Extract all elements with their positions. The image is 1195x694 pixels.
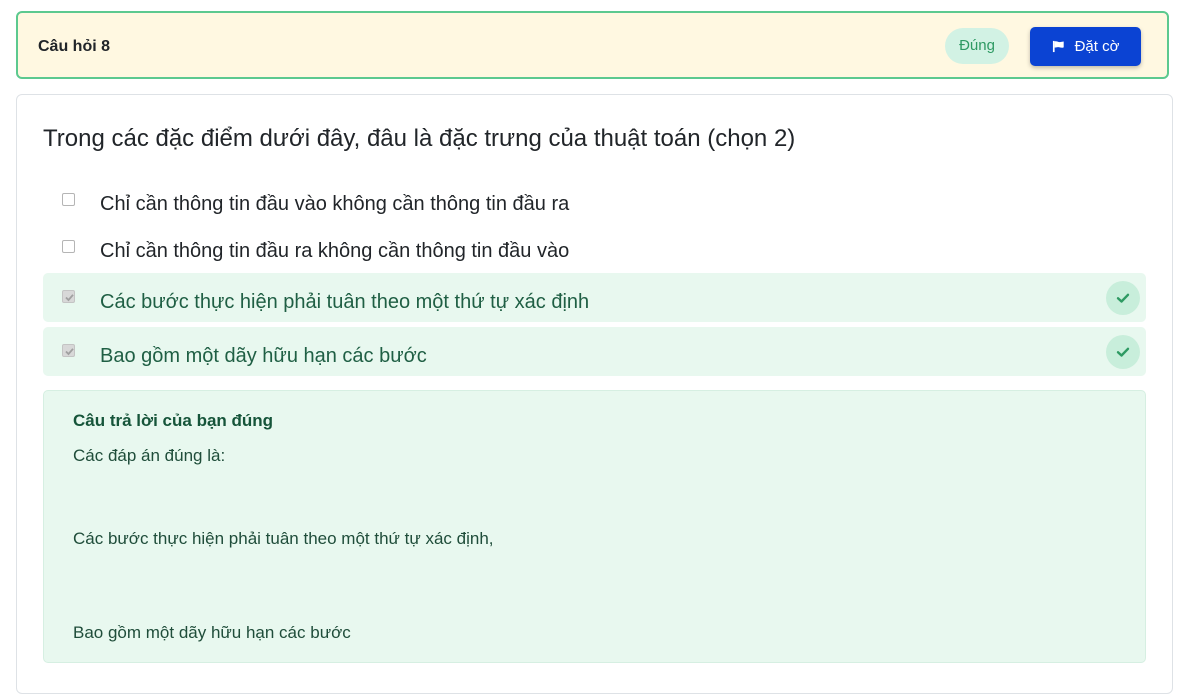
flag-button-label: Đặt cờ: [1074, 38, 1120, 55]
option-label: Các bước thực hiện phải tuân theo một th…: [100, 291, 590, 313]
question-header: Câu hỏi 8 Đúng Đặt cờ: [16, 11, 1169, 79]
feedback-title: Câu trả lời của bạn đúng: [73, 411, 274, 430]
feedback-answer: Các bước thực hiện phải tuân theo một th…: [73, 529, 494, 548]
option-label: Bao gồm một dãy hữu hạn các bước: [100, 345, 427, 367]
feedback-intro: Các đáp án đúng là:: [73, 446, 226, 465]
option-label: Chỉ cần thông tin đầu vào không cần thôn…: [100, 193, 570, 215]
option-checkbox-checked[interactable]: [62, 290, 75, 303]
feedback-answer: Bao gồm một dãy hữu hạn các bước: [73, 623, 351, 642]
question-text: Trong các đặc điểm dưới đây, đâu là đặc …: [43, 125, 796, 152]
status-badge: Đúng: [945, 28, 1009, 64]
flag-question-button[interactable]: Đặt cờ: [1030, 27, 1141, 66]
check-icon: [1106, 335, 1140, 369]
option-label: Chỉ cần thông tin đầu ra không cần thông…: [100, 240, 570, 262]
option-checkbox[interactable]: [62, 193, 75, 206]
check-icon: [1106, 281, 1140, 315]
option-checkbox[interactable]: [62, 240, 75, 253]
answer-option-correct[interactable]: Bao gồm một dãy hữu hạn các bước: [43, 327, 1146, 376]
flag-icon: [1052, 40, 1065, 53]
question-body: Trong các đặc điểm dưới đây, đâu là đặc …: [16, 94, 1173, 694]
question-number: Câu hỏi 8: [38, 38, 111, 55]
feedback-panel: Câu trả lời của bạn đúng Các đáp án đúng…: [43, 390, 1146, 663]
option-checkbox-checked[interactable]: [62, 344, 75, 357]
answer-option-correct[interactable]: Các bước thực hiện phải tuân theo một th…: [43, 273, 1146, 322]
answer-option[interactable]: Chỉ cần thông tin đầu vào không cần thôn…: [43, 178, 1146, 227]
answer-option[interactable]: Chỉ cần thông tin đầu ra không cần thông…: [43, 225, 1146, 274]
